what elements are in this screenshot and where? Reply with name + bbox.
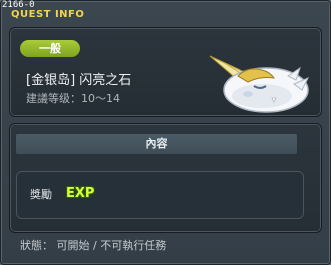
unicorn-mob-icon <box>204 46 314 118</box>
quest-status: 狀態： 可開始 / 不可執行任務 <box>20 239 167 252</box>
reward-label: 獎勵 <box>30 188 52 201</box>
quest-name: [金银岛] 闪亮之石 <box>26 73 132 88</box>
quest-category-badge: 一般 <box>20 40 80 57</box>
exp-reward-icon: EXP <box>66 185 95 202</box>
window-title: QUEST INFO <box>11 9 85 20</box>
reward-box <box>16 171 304 219</box>
content-header: 內容 <box>16 134 297 154</box>
recommended-level: 建議等级：10～14 <box>26 92 120 105</box>
